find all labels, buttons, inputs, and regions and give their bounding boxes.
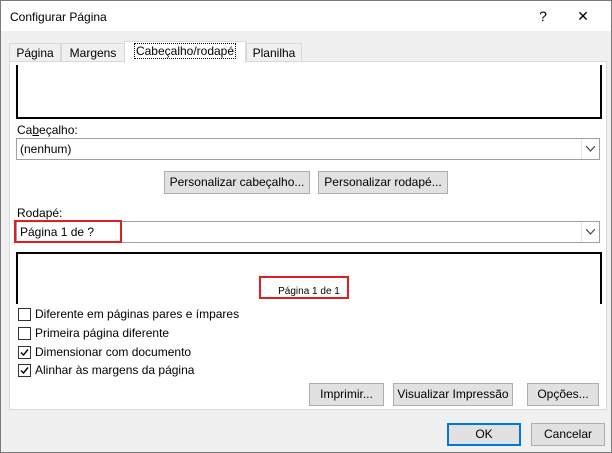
header-dropdown-arrow[interactable] (581, 139, 599, 159)
header-label: Cabeçalho: (17, 123, 78, 137)
checkmark-icon (20, 349, 29, 357)
checkbox-odd-even-label: Diferente em páginas pares e ímpares (35, 307, 240, 321)
customize-footer-button[interactable]: Personalizar rodapé... (318, 171, 448, 194)
checkbox-scale-with-document-label: Dimensionar com documento (35, 345, 192, 359)
checkbox-odd-even[interactable] (18, 308, 31, 321)
header-preview (16, 65, 602, 119)
cancel-button[interactable]: Cancelar (531, 423, 605, 446)
footer-select-highlight (14, 220, 122, 243)
tab-planilha[interactable]: Planilha (246, 43, 302, 62)
footer-dropdown-arrow[interactable] (581, 222, 599, 242)
title-bar: Configurar Página ? ✕ (1, 1, 611, 31)
tab-pagina[interactable]: Página (9, 43, 61, 62)
checkbox-scale-with-document[interactable] (18, 346, 31, 359)
checkbox-align-margins[interactable] (18, 364, 31, 377)
header-selected-value: (nenhum) (20, 142, 72, 156)
options-button[interactable]: Opções... (527, 383, 599, 406)
checkmark-icon (20, 367, 29, 375)
checkbox-align-margins-label: Alinhar às margens da página (35, 363, 195, 377)
header-select[interactable]: (nenhum) (16, 138, 600, 160)
page-setup-dialog: Configurar Página ? ✕ Página Margens Cab… (0, 0, 612, 453)
ok-button[interactable]: OK (447, 423, 521, 446)
checkbox-first-page-label: Primeira página diferente (35, 326, 170, 340)
window-title: Configurar Página (10, 10, 107, 24)
print-preview-button[interactable]: Visualizar Impressão (393, 383, 513, 406)
customize-header-button[interactable]: Personalizar cabeçalho... (164, 171, 310, 194)
footer-label: Rodapé: (17, 206, 63, 220)
close-button[interactable]: ✕ (569, 6, 597, 26)
footer-preview-highlight (259, 276, 349, 299)
tab-cabecalho-rodape[interactable]: Cabeçalho/rodapé (124, 41, 246, 63)
tab-margens[interactable]: Margens (61, 43, 125, 62)
checkbox-first-page[interactable] (18, 327, 31, 340)
help-button[interactable]: ? (529, 6, 557, 26)
print-button[interactable]: Imprimir... (309, 383, 384, 406)
chevron-down-icon (586, 146, 595, 152)
chevron-down-icon (586, 229, 595, 235)
